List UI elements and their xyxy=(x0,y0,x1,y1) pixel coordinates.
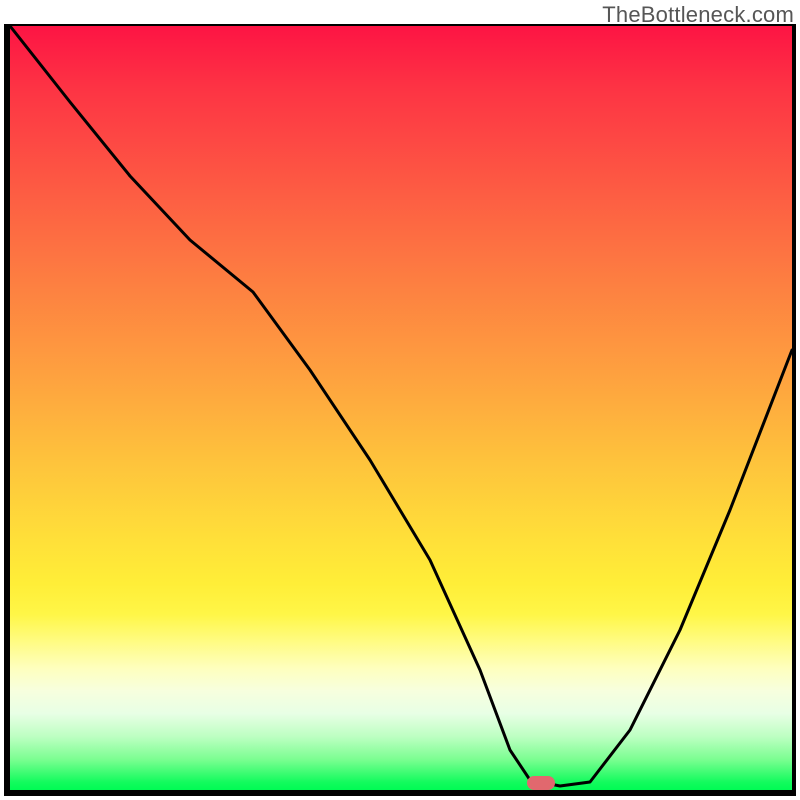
minimum-marker xyxy=(527,776,555,790)
plot-area xyxy=(10,26,792,790)
bottleneck-curve xyxy=(10,26,792,790)
plot-frame xyxy=(4,24,796,796)
